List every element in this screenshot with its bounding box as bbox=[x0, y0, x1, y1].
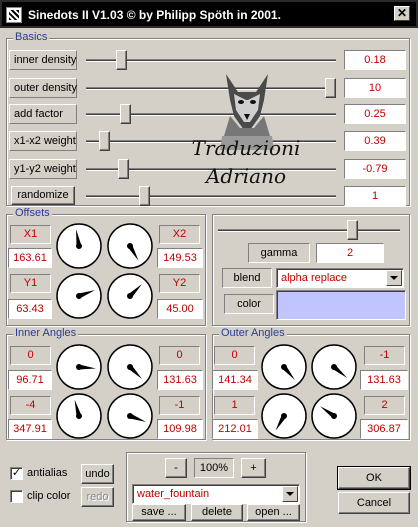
outer-top-right-value[interactable]: 131.63 bbox=[360, 370, 408, 390]
inner-dial-1[interactable] bbox=[55, 343, 103, 391]
basics-legend: Basics bbox=[13, 31, 50, 43]
slider-thumb[interactable] bbox=[325, 78, 336, 98]
outer-dial-2[interactable] bbox=[310, 343, 358, 391]
close-button[interactable]: ✕ bbox=[394, 6, 410, 21]
title-bar: Sinedots II V1.03 © by Philipp Spöth in … bbox=[0, 0, 418, 28]
add-factor-value[interactable]: 0.25 bbox=[344, 104, 406, 124]
y1-dial[interactable] bbox=[55, 272, 103, 320]
inner-bottom-left-header: -4 bbox=[10, 396, 51, 415]
outer-angles-legend: Outer Angles bbox=[219, 327, 287, 339]
inner-density-value[interactable]: 0.18 bbox=[344, 50, 406, 70]
y1-value[interactable]: 63.43 bbox=[8, 299, 52, 319]
slider-thumb[interactable] bbox=[115, 50, 127, 70]
add-factor-label: add factor bbox=[9, 104, 77, 124]
y2-dial[interactable] bbox=[106, 272, 154, 320]
outer-bottom-right-value[interactable]: 306.87 bbox=[360, 419, 408, 439]
slider-thumb[interactable] bbox=[139, 186, 151, 206]
x2-header: X2 bbox=[159, 225, 200, 244]
outer-dial-1[interactable] bbox=[260, 343, 308, 391]
blend-select[interactable]: alpha replace bbox=[276, 268, 404, 288]
x2-value[interactable]: 149.53 bbox=[157, 248, 203, 268]
outer-top-left-header: 0 bbox=[214, 346, 255, 365]
gamma-label: gamma bbox=[248, 243, 310, 263]
zoom-out-button[interactable]: - bbox=[165, 458, 187, 478]
y1-header: Y1 bbox=[10, 274, 51, 293]
inner-dial-3[interactable] bbox=[55, 392, 103, 440]
slider-thumb[interactable] bbox=[346, 220, 358, 240]
inner-dial-2[interactable] bbox=[106, 343, 154, 391]
outer-bottom-left-value[interactable]: 212.01 bbox=[212, 419, 258, 439]
y2-header: Y2 bbox=[159, 274, 200, 293]
clip-color-label: clip color bbox=[27, 490, 71, 502]
cancel-button[interactable]: Cancel bbox=[338, 492, 410, 514]
inner-dial-4[interactable] bbox=[106, 392, 154, 440]
x1-dial[interactable] bbox=[55, 222, 103, 270]
inner-angles-legend: Inner Angles bbox=[13, 327, 79, 339]
preset-select-value: water_fountain bbox=[137, 488, 210, 500]
outer-bottom-right-header: 2 bbox=[364, 396, 405, 415]
inner-top-left-header: 0 bbox=[10, 346, 51, 365]
slider-thumb[interactable] bbox=[117, 159, 129, 179]
zoom-level: 100% bbox=[194, 458, 234, 478]
translator-logo: Traduzioni Adriano bbox=[190, 70, 300, 190]
blend-label: blend bbox=[222, 268, 272, 288]
slider-thumb[interactable] bbox=[120, 104, 132, 124]
preset-select[interactable]: water_fountain bbox=[132, 484, 300, 504]
offsets-legend: Offsets bbox=[13, 207, 52, 219]
x1-value[interactable]: 163.61 bbox=[8, 248, 52, 268]
x1-header: X1 bbox=[10, 225, 51, 244]
y1-y2-weight-value[interactable]: -0.79 bbox=[344, 159, 406, 179]
open-preset-button[interactable]: open ... bbox=[247, 504, 300, 521]
outer-density-value[interactable]: 10 bbox=[344, 78, 406, 98]
inner-top-right-header: 0 bbox=[159, 346, 200, 365]
outer-dial-3[interactable] bbox=[260, 392, 308, 440]
undo-button[interactable]: undo bbox=[81, 464, 114, 484]
window-title: Sinedots II V1.03 © by Philipp Spöth in … bbox=[28, 8, 281, 22]
slider-thumb[interactable] bbox=[98, 131, 110, 151]
logo-line-2: Adriano bbox=[205, 164, 287, 188]
chevron-down-icon[interactable] bbox=[386, 270, 402, 286]
x2-dial[interactable] bbox=[106, 222, 154, 270]
app-icon[interactable] bbox=[6, 7, 22, 23]
x1-x2-weight-label: x1-x2 weight bbox=[9, 131, 77, 151]
clip-color-checkbox[interactable] bbox=[10, 490, 23, 503]
inner-density-slider[interactable] bbox=[86, 50, 336, 70]
ok-button[interactable]: OK bbox=[338, 467, 410, 489]
inner-bottom-left-value[interactable]: 347.91 bbox=[8, 419, 52, 439]
blend-select-value: alpha replace bbox=[281, 272, 348, 284]
inner-density-label: inner density bbox=[9, 50, 77, 70]
antialias-checkbox[interactable]: ✓ bbox=[10, 467, 23, 480]
randomize-value[interactable]: 1 bbox=[344, 186, 406, 206]
color-label: color bbox=[224, 294, 274, 314]
randomize-button[interactable]: randomize bbox=[11, 186, 75, 205]
chevron-down-icon[interactable] bbox=[282, 486, 298, 502]
outer-dial-4[interactable] bbox=[310, 392, 358, 440]
outer-top-right-header: -1 bbox=[364, 346, 405, 365]
color-swatch[interactable] bbox=[276, 290, 406, 320]
outer-density-label: outer density bbox=[9, 78, 77, 98]
gamma-slider[interactable] bbox=[218, 220, 400, 240]
redo-button[interactable]: redo bbox=[81, 487, 114, 507]
inner-bottom-right-header: -1 bbox=[159, 396, 200, 415]
inner-top-left-value[interactable]: 96.71 bbox=[8, 370, 52, 390]
zoom-in-button[interactable]: + bbox=[241, 458, 266, 478]
inner-top-right-value[interactable]: 131.63 bbox=[157, 370, 203, 390]
logo-line-1: Traduzioni bbox=[191, 136, 301, 160]
save-preset-button[interactable]: save ... bbox=[132, 504, 186, 521]
delete-preset-button[interactable]: delete bbox=[191, 504, 243, 521]
x1-x2-weight-value[interactable]: 0.39 bbox=[344, 131, 406, 151]
outer-top-left-value[interactable]: 141.34 bbox=[212, 370, 258, 390]
antialias-label: antialias bbox=[27, 467, 68, 479]
y2-value[interactable]: 45.00 bbox=[157, 299, 203, 319]
y1-y2-weight-label: y1-y2 weight bbox=[9, 159, 77, 179]
gamma-value[interactable]: 2 bbox=[316, 243, 384, 263]
inner-bottom-right-value[interactable]: 109.98 bbox=[157, 419, 203, 439]
outer-bottom-left-header: 1 bbox=[214, 396, 255, 415]
